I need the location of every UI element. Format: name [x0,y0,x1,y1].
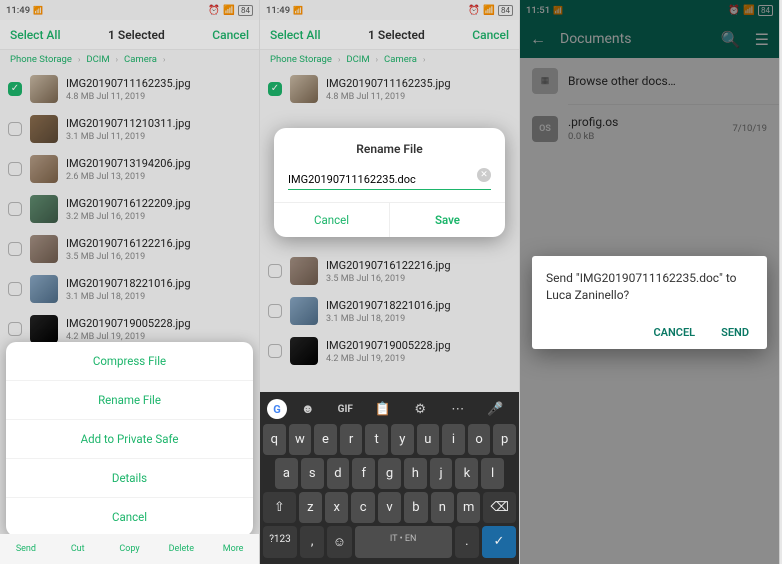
toolbar-send[interactable]: Send [0,534,52,564]
key-y[interactable]: y [391,424,414,455]
key-i[interactable]: i [442,424,465,455]
sticker-icon[interactable]: ☻ [291,401,325,417]
toolbar-cut[interactable]: Cut [52,534,104,564]
key-delete[interactable]: ⌫ [483,492,516,523]
action-sheet: Compress File Rename File Add to Private… [6,342,253,536]
toolbar-more[interactable]: More [207,534,259,564]
key-q[interactable]: q [263,424,286,455]
sheet-details[interactable]: Details [6,458,253,497]
key-u[interactable]: u [417,424,440,455]
clipboard-icon[interactable]: 📋 [366,402,400,417]
toolbar-copy[interactable]: Copy [104,534,156,564]
toolbar-delete[interactable]: Delete [155,534,207,564]
sheet-rename[interactable]: Rename File [6,380,253,419]
rename-input[interactable] [288,170,491,190]
key-space[interactable]: IT • EN [355,526,452,558]
dialog-cancel-button[interactable]: Cancel [274,203,389,237]
confirm-text: Send "IMG20190711162235.doc" to Luca Zan… [546,270,753,304]
key-e[interactable]: e [314,424,337,455]
key-o[interactable]: o [468,424,491,455]
key-shift[interactable]: ⇧ [263,492,296,523]
confirm-send-button[interactable]: SEND [717,320,753,345]
key-emoji[interactable]: ☺ [327,526,351,558]
more-icon[interactable]: ⋯ [441,402,475,417]
key-t[interactable]: t [365,424,388,455]
key-r[interactable]: r [340,424,363,455]
settings-icon[interactable]: ⚙ [404,402,438,417]
google-icon[interactable]: G [267,399,287,419]
mic-icon[interactable]: 🎤 [479,402,513,417]
gif-icon[interactable]: GIF [329,404,363,415]
send-confirm-dialog: Send "IMG20190711162235.doc" to Luca Zan… [532,256,767,349]
sheet-cancel[interactable]: Cancel [6,497,253,536]
bottom-toolbar: Send Cut Copy Delete More [0,534,259,564]
key-enter[interactable]: ✓ [482,526,516,558]
sheet-private-safe[interactable]: Add to Private Safe [6,419,253,458]
rename-dialog: Rename File ✕ Cancel Save [274,128,505,237]
key-comma[interactable]: , [300,526,324,558]
key-p[interactable]: p [493,424,516,455]
dialog-title: Rename File [274,142,505,156]
clear-input-icon[interactable]: ✕ [477,168,491,182]
keyboard: G ☻ GIF 📋 ⚙ ⋯ 🎤 q w e r t y u i o p a s … [260,392,519,564]
key-numsym[interactable]: ?123 [263,526,297,558]
key-period[interactable]: . [455,526,479,558]
dialog-save-button[interactable]: Save [389,203,505,237]
sheet-compress[interactable]: Compress File [6,342,253,380]
key-w[interactable]: w [289,424,312,455]
confirm-cancel-button[interactable]: CANCEL [649,320,699,345]
